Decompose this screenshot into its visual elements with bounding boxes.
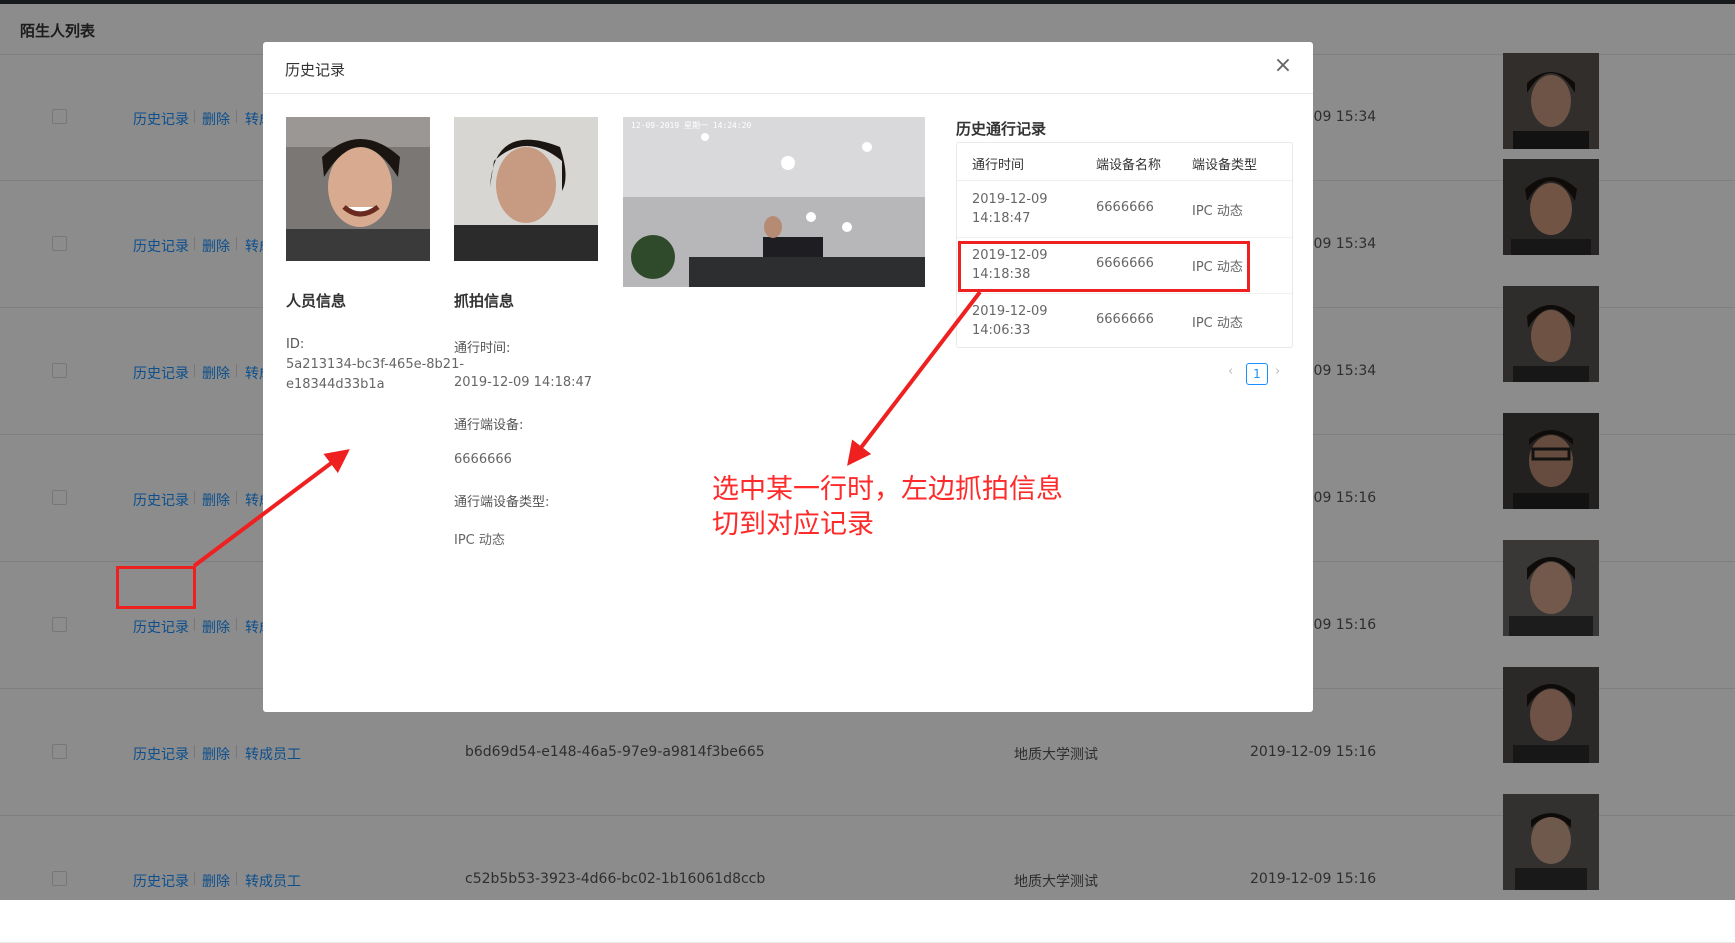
- modal-header: 历史记录 ×: [263, 42, 1313, 94]
- close-icon[interactable]: ×: [1271, 54, 1295, 78]
- device-label: 通行端设备:: [454, 418, 524, 433]
- page-1-button[interactable]: 1: [1246, 363, 1268, 385]
- history-row[interactable]: 2019-12-09 14:18:47 6666666 IPC 动态: [957, 181, 1292, 238]
- device-type: IPC 动态: [1192, 316, 1243, 331]
- history-row[interactable]: 2019-12-09 14:06:33 6666666 IPC 动态: [957, 293, 1292, 349]
- pass-time-label: 通行时间:: [454, 341, 511, 356]
- device-name: 6666666: [1096, 200, 1154, 215]
- pass-time: 2019-12-09 14:18:47: [972, 192, 1048, 226]
- capture-info-title: 抓拍信息: [454, 292, 515, 310]
- column-pass-time: 通行时间: [972, 158, 1025, 173]
- scene-photo: 12-09-2019 星期一 14:24:20: [623, 117, 925, 287]
- person-id-label: ID:: [286, 337, 305, 352]
- capture-photo: [454, 117, 598, 261]
- column-device-name: 端设备名称: [1096, 158, 1162, 173]
- scene-timestamp: 12-09-2019 星期一 14:24:20: [631, 121, 752, 130]
- annotation-note: 选中某一行时，左边抓拍信息 切到对应记录: [712, 472, 1063, 542]
- person-info-title: 人员信息: [286, 292, 347, 310]
- annotation-note-line2: 切到对应记录: [712, 509, 874, 540]
- modal-title: 历史记录: [285, 61, 346, 79]
- history-modal: 历史记录 × 12-09-2019 星期一 14:24:20 人员信息 ID: …: [263, 42, 1313, 712]
- pass-time: 2019-12-09 14:06:33: [972, 304, 1048, 338]
- person-id-value-cont: e18344d33b1a: [286, 377, 385, 392]
- annotation-highlight-history-row: [958, 241, 1250, 292]
- person-photo: [286, 117, 430, 261]
- device-type-label: 通行端设备类型:: [454, 495, 550, 510]
- annotation-highlight-history-link: [116, 566, 196, 609]
- annotation-note-line1: 选中某一行时，左边抓拍信息: [712, 474, 1063, 505]
- prev-page-icon[interactable]: ‹: [1228, 364, 1233, 379]
- device-type: IPC 动态: [1192, 204, 1243, 219]
- history-table-header: 通行时间 端设备名称 端设备类型: [957, 143, 1292, 181]
- history-title: 历史通行记录: [956, 120, 1047, 138]
- device-value: 6666666: [454, 452, 512, 467]
- column-device-type: 端设备类型: [1192, 158, 1258, 173]
- device-name: 6666666: [1096, 312, 1154, 327]
- pass-time-value: 2019-12-09 14:18:47: [454, 375, 593, 390]
- device-type-value: IPC 动态: [454, 533, 505, 548]
- person-id-value: 5a213134-bc3f-465e-8b21-: [286, 357, 465, 372]
- next-page-icon[interactable]: ›: [1275, 364, 1280, 379]
